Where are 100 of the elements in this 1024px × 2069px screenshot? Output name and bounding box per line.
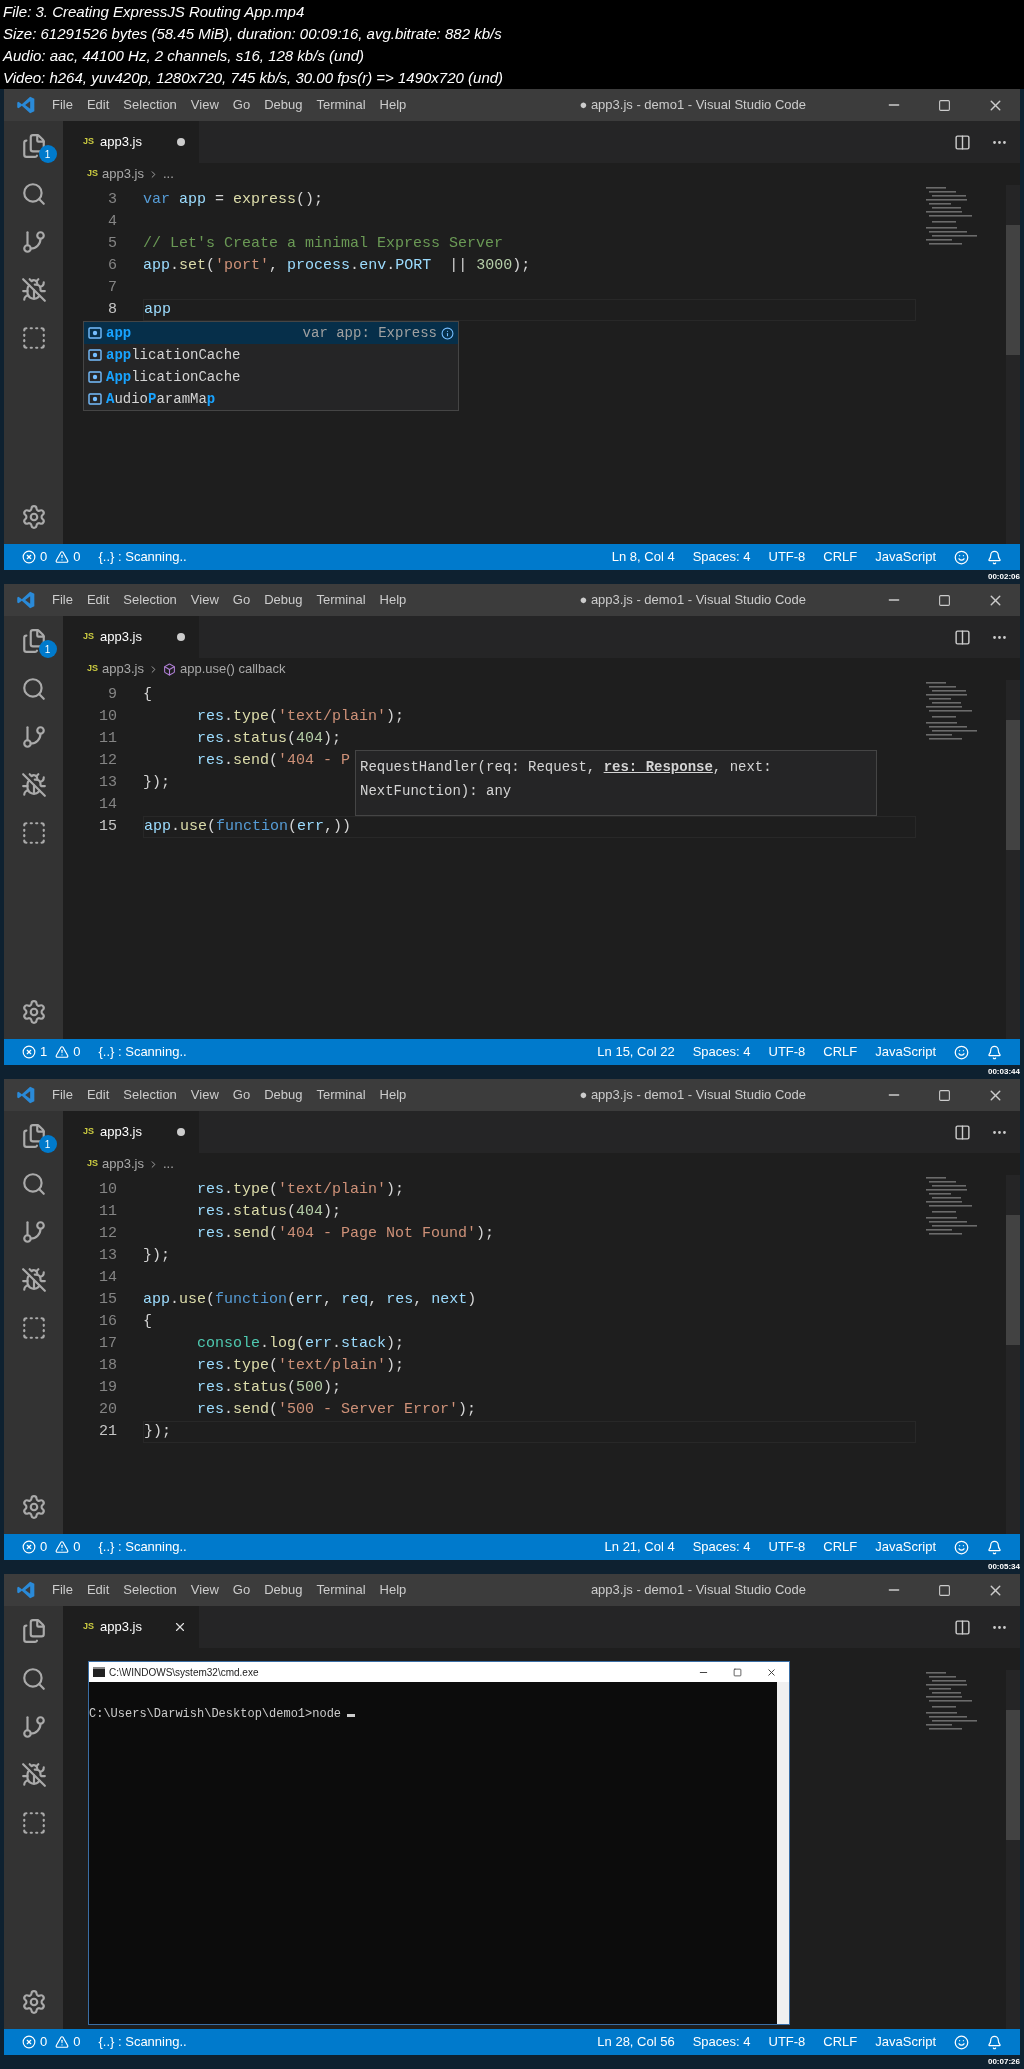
branch-icon[interactable] bbox=[20, 1219, 47, 1245]
menu-item[interactable]: Selection bbox=[123, 1580, 177, 1600]
editor-tab[interactable]: JS app3.js bbox=[63, 1606, 199, 1648]
menu-item[interactable]: Help bbox=[379, 95, 407, 115]
menu-item[interactable]: Debug bbox=[264, 95, 303, 115]
split-editor-icon[interactable] bbox=[954, 1618, 971, 1636]
bug-icon[interactable] bbox=[20, 1267, 47, 1293]
warning-count[interactable]: 0 bbox=[73, 2032, 81, 2052]
smiley-icon[interactable] bbox=[954, 1539, 969, 1555]
files-icon[interactable] bbox=[20, 1123, 47, 1149]
menu-item[interactable]: View bbox=[190, 590, 219, 610]
split-editor-icon[interactable] bbox=[954, 1123, 971, 1141]
status-item[interactable]: Spaces: 4 bbox=[692, 547, 751, 567]
status-text[interactable]: {..} : Scanning.. bbox=[98, 1042, 187, 1062]
menu-item[interactable]: File bbox=[52, 590, 73, 610]
status-item[interactable]: Spaces: 4 bbox=[692, 1042, 751, 1062]
menu-item[interactable]: Help bbox=[379, 1580, 407, 1600]
breadcrumb-item[interactable]: ... bbox=[162, 1154, 174, 1174]
search-icon[interactable] bbox=[20, 676, 47, 702]
suggestion-item[interactable]: app var app: Express bbox=[84, 322, 458, 344]
menu-item[interactable]: Edit bbox=[86, 590, 110, 610]
status-item[interactable]: CRLF bbox=[823, 1042, 858, 1062]
settings-icon[interactable] bbox=[20, 504, 47, 530]
suggestion-item[interactable]: AudioParamMap bbox=[84, 388, 458, 410]
error-count[interactable]: 0 bbox=[40, 2032, 48, 2052]
status-text[interactable]: {..} : Scanning.. bbox=[98, 547, 187, 567]
editor-tab[interactable]: JS app3.js bbox=[63, 121, 199, 163]
files-icon[interactable] bbox=[20, 133, 47, 159]
status-text[interactable]: {..} : Scanning.. bbox=[98, 2032, 187, 2052]
status-item[interactable]: CRLF bbox=[823, 1537, 858, 1557]
status-item[interactable]: JavaScript bbox=[875, 547, 936, 567]
error-icon[interactable] bbox=[22, 2035, 36, 2049]
close-icon[interactable] bbox=[766, 1666, 777, 1678]
error-count[interactable]: 1 bbox=[40, 1042, 48, 1062]
status-item[interactable]: Ln 8, Col 4 bbox=[611, 547, 675, 567]
menu-item[interactable]: View bbox=[190, 95, 219, 115]
menu-item[interactable]: Debug bbox=[264, 1580, 303, 1600]
menu-item[interactable]: Terminal bbox=[316, 95, 366, 115]
warning-icon[interactable] bbox=[55, 1540, 70, 1554]
menu-item[interactable]: File bbox=[52, 95, 73, 115]
settings-icon[interactable] bbox=[20, 1989, 47, 2015]
extensions-icon[interactable] bbox=[20, 325, 47, 351]
warning-icon[interactable] bbox=[55, 1045, 70, 1059]
settings-icon[interactable] bbox=[20, 1494, 47, 1520]
error-count[interactable]: 0 bbox=[40, 547, 48, 567]
menu-item[interactable]: Debug bbox=[264, 1085, 303, 1105]
search-icon[interactable] bbox=[20, 1171, 47, 1197]
error-icon[interactable] bbox=[22, 550, 36, 564]
menu-item[interactable]: Terminal bbox=[316, 590, 366, 610]
editor-tab[interactable]: JS app3.js bbox=[63, 1111, 199, 1153]
smiley-icon[interactable] bbox=[954, 1044, 969, 1060]
settings-icon[interactable] bbox=[20, 999, 47, 1025]
error-count[interactable]: 0 bbox=[40, 1537, 48, 1557]
breadcrumb-item[interactable]: ... bbox=[162, 164, 174, 184]
bell-icon[interactable] bbox=[987, 1044, 1002, 1060]
suggestion-item[interactable]: applicationCache bbox=[84, 344, 458, 366]
status-item[interactable]: Ln 28, Col 56 bbox=[597, 2032, 675, 2052]
close-icon[interactable] bbox=[173, 1620, 187, 1634]
status-item[interactable]: JavaScript bbox=[875, 1042, 936, 1062]
smiley-icon[interactable] bbox=[954, 2034, 969, 2050]
search-icon[interactable] bbox=[20, 181, 47, 207]
info-icon[interactable] bbox=[441, 326, 454, 340]
status-item[interactable]: Spaces: 4 bbox=[692, 2032, 751, 2052]
status-item[interactable]: UTF-8 bbox=[768, 2032, 806, 2052]
error-icon[interactable] bbox=[22, 1045, 36, 1059]
branch-icon[interactable] bbox=[20, 229, 47, 255]
files-icon[interactable] bbox=[20, 1618, 47, 1644]
warning-count[interactable]: 0 bbox=[73, 1537, 81, 1557]
error-icon[interactable] bbox=[22, 1540, 36, 1554]
status-item[interactable]: Ln 21, Col 4 bbox=[604, 1537, 675, 1557]
status-item[interactable]: UTF-8 bbox=[768, 547, 806, 567]
menu-item[interactable]: Go bbox=[232, 590, 251, 610]
menu-item[interactable]: Terminal bbox=[316, 1085, 366, 1105]
menu-item[interactable]: Go bbox=[232, 1580, 251, 1600]
warning-icon[interactable] bbox=[55, 550, 70, 564]
suggestion-item[interactable]: ApplicationCache bbox=[84, 366, 458, 388]
status-item[interactable]: Ln 15, Col 22 bbox=[597, 1042, 675, 1062]
bell-icon[interactable] bbox=[987, 1539, 1002, 1555]
menu-item[interactable]: Terminal bbox=[316, 1580, 366, 1600]
menu-item[interactable]: Selection bbox=[123, 95, 177, 115]
split-editor-icon[interactable] bbox=[954, 133, 971, 151]
status-text[interactable]: {..} : Scanning.. bbox=[98, 1537, 187, 1557]
status-item[interactable]: JavaScript bbox=[875, 1537, 936, 1557]
menu-item[interactable]: View bbox=[190, 1085, 219, 1105]
status-item[interactable]: CRLF bbox=[823, 2032, 858, 2052]
menu-item[interactable]: Selection bbox=[123, 590, 177, 610]
menu-item[interactable]: Go bbox=[232, 1085, 251, 1105]
smiley-icon[interactable] bbox=[954, 549, 969, 565]
menu-item[interactable]: Debug bbox=[264, 590, 303, 610]
menu-item[interactable]: Edit bbox=[86, 1085, 110, 1105]
menu-item[interactable]: Selection bbox=[123, 1085, 177, 1105]
extensions-icon[interactable] bbox=[20, 1315, 47, 1341]
breadcrumb-item[interactable]: app3.js bbox=[102, 164, 144, 184]
status-item[interactable]: JavaScript bbox=[875, 2032, 936, 2052]
status-item[interactable]: UTF-8 bbox=[768, 1537, 806, 1557]
branch-icon[interactable] bbox=[20, 1714, 47, 1740]
status-item[interactable]: UTF-8 bbox=[768, 1042, 806, 1062]
menu-item[interactable]: Go bbox=[232, 95, 251, 115]
status-item[interactable]: CRLF bbox=[823, 547, 858, 567]
bug-icon[interactable] bbox=[20, 277, 47, 303]
